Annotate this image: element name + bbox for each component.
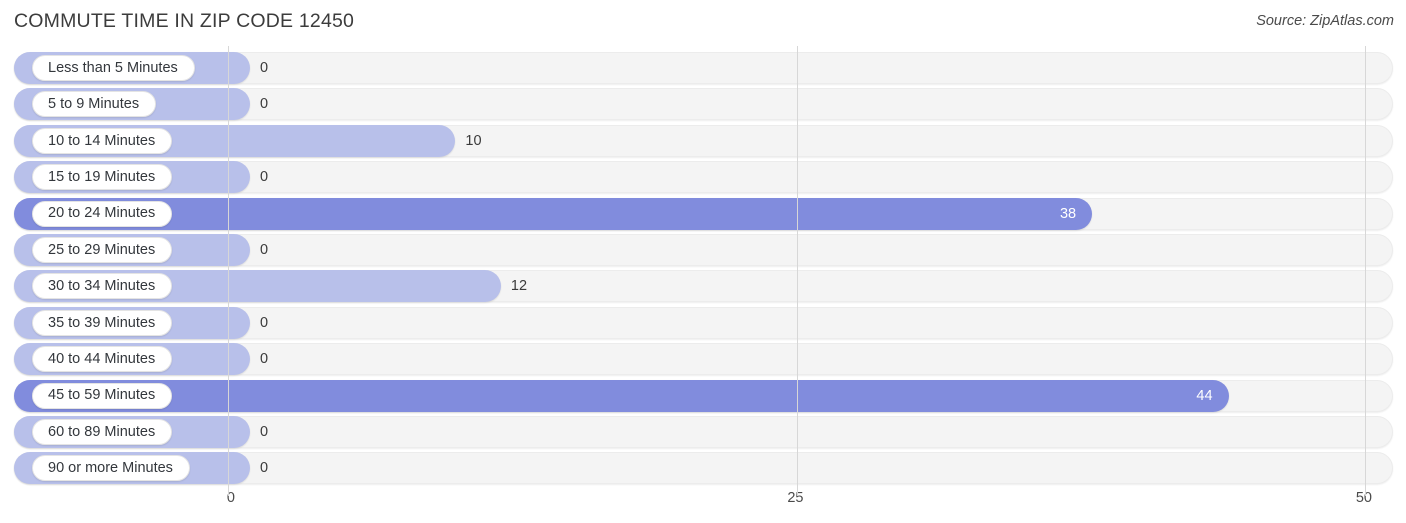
- page-title: COMMUTE TIME IN ZIP CODE 12450: [14, 10, 355, 32]
- value-label: 0: [260, 242, 269, 258]
- category-label-pill: 40 to 44 Minutes: [32, 346, 173, 373]
- bar-row[interactable]: 60 to 89 Minutes 0: [0, 414, 1406, 450]
- bar-row[interactable]: 25 to 29 Minutes 0: [0, 232, 1406, 268]
- category-label: 20 to 24 Minutes: [48, 205, 156, 222]
- category-label-pill: 15 to 19 Minutes: [32, 164, 173, 191]
- bar-row[interactable]: 20 to 24 Minutes 38: [0, 196, 1406, 232]
- category-label: 10 to 14 Minutes: [48, 132, 156, 149]
- value-label: 44: [1196, 387, 1213, 404]
- chart-header: COMMUTE TIME IN ZIP CODE 12450 Source: Z…: [0, 0, 1406, 46]
- value-label: 38: [1059, 205, 1077, 222]
- value-label: 10: [465, 132, 482, 149]
- category-label: 45 to 59 Minutes: [48, 387, 156, 404]
- value-label: 0: [260, 314, 269, 331]
- category-label-pill: 90 or more Minutes: [32, 455, 190, 482]
- bar-row[interactable]: 35 to 39 Minutes 0: [0, 305, 1406, 341]
- bar-row[interactable]: Less than 5 Minutes 0: [0, 50, 1406, 86]
- plot-area: Less than 5 Minutes 0 5 to 9 Minutes 0 10 to…: [0, 46, 1406, 486]
- category-label: 5 to 9 Minutes: [48, 96, 140, 113]
- bar-row[interactable]: 5 to 9 Minutes 0: [0, 86, 1406, 122]
- category-label: 15 to 19 Minutes: [48, 168, 156, 185]
- category-label: 30 to 34 Minutes: [48, 278, 156, 295]
- category-label: Less than 5 Minutes: [48, 59, 178, 76]
- axis-tick-label: 50: [1355, 490, 1372, 506]
- value-label: 0: [260, 96, 269, 113]
- value-bar[interactable]: [14, 379, 1229, 412]
- category-label-pill: 35 to 39 Minutes: [32, 309, 173, 336]
- bar-row[interactable]: 10 to 14 Minutes 10: [0, 123, 1406, 159]
- value-label: 0: [260, 460, 269, 477]
- category-label: 90 or more Minutes: [48, 460, 173, 477]
- value-bar[interactable]: [14, 197, 1093, 230]
- category-label-pill: 5 to 9 Minutes: [32, 91, 157, 118]
- category-label: 40 to 44 Minutes: [48, 350, 156, 367]
- bar-row[interactable]: 45 to 59 Minutes 44: [0, 378, 1406, 414]
- value-label: 0: [260, 424, 269, 440]
- chart-page: COMMUTE TIME IN ZIP CODE 12450 Source: Z…: [0, 0, 1406, 523]
- value-label: 0: [260, 351, 269, 368]
- category-label-pill: 20 to 24 Minutes: [32, 200, 173, 227]
- bar-row[interactable]: 90 or more Minutes 0: [0, 450, 1406, 486]
- x-axis: 0 25 50: [0, 486, 1406, 523]
- category-label-pill: 25 to 29 Minutes: [32, 237, 173, 263]
- value-label: 0: [260, 60, 269, 76]
- category-label-pill: 60 to 89 Minutes: [32, 419, 173, 445]
- category-label: 25 to 29 Minutes: [48, 241, 156, 258]
- bar-rows: Less than 5 Minutes 0 5 to 9 Minutes 0 10 to…: [0, 46, 1406, 486]
- bar-row[interactable]: 30 to 34 Minutes 12: [0, 268, 1406, 304]
- category-label-pill: 30 to 34 Minutes: [32, 273, 173, 300]
- bar-row[interactable]: 40 to 44 Minutes 0: [0, 341, 1406, 377]
- category-label: 60 to 89 Minutes: [48, 423, 156, 440]
- value-label: 0: [260, 169, 269, 186]
- axis-tick-label: 0: [226, 490, 235, 506]
- category-label-pill: 10 to 14 Minutes: [32, 127, 173, 154]
- category-label: 35 to 39 Minutes: [48, 314, 156, 331]
- source-attribution: Source: ZipAtlas.com: [1256, 13, 1394, 29]
- bar-row[interactable]: 15 to 19 Minutes 0: [0, 159, 1406, 195]
- category-label-pill: 45 to 59 Minutes: [32, 382, 173, 409]
- category-label-pill: Less than 5 Minutes: [32, 55, 195, 81]
- value-label: 12: [510, 278, 528, 295]
- axis-tick-label: 25: [787, 490, 804, 506]
